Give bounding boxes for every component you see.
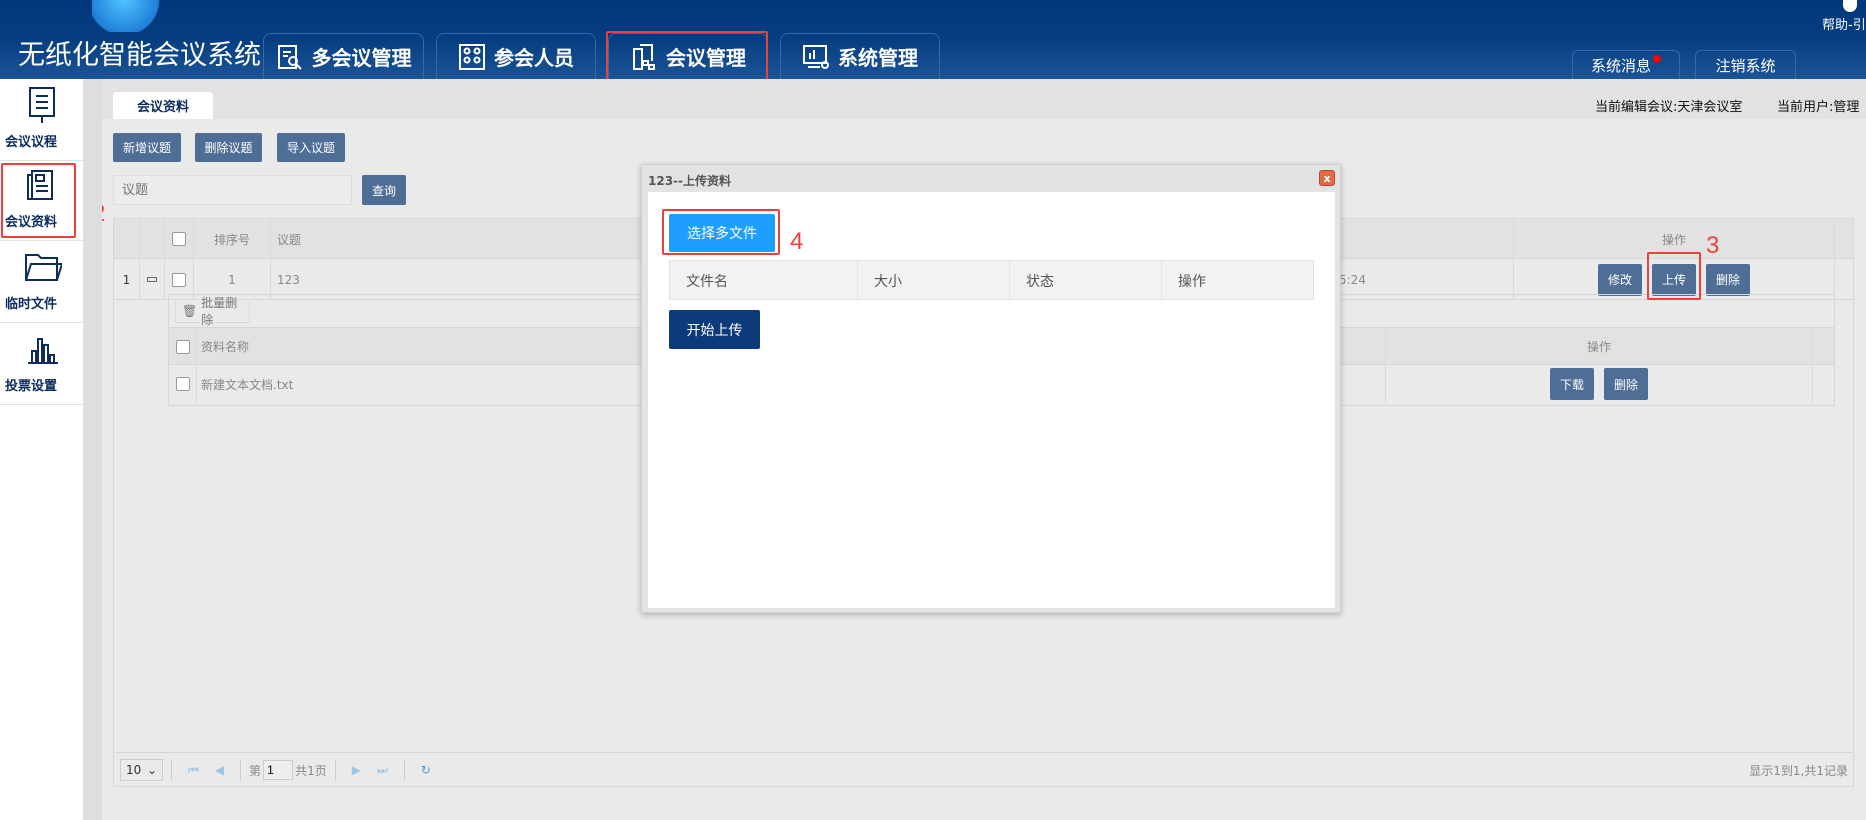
select-all-cell bbox=[165, 219, 194, 259]
refresh-icon[interactable]: ↻ bbox=[421, 763, 431, 777]
app-title: 无纸化智能会议系统 bbox=[18, 40, 261, 71]
edit-button[interactable]: 修改 bbox=[1598, 263, 1642, 296]
sidebar-item-label: 会议议程 bbox=[5, 135, 58, 150]
nav-tab-label: 多会议管理 bbox=[311, 46, 412, 70]
nav-tab-system[interactable]: 系统管理 bbox=[780, 33, 940, 79]
dialog-title: 123--上传资料 bbox=[648, 174, 732, 188]
tab-meeting-materials[interactable]: 会议资料 bbox=[113, 92, 213, 119]
divider bbox=[240, 760, 242, 780]
agenda-board-icon bbox=[28, 87, 55, 123]
sidebar-item-label: 临时文件 bbox=[5, 297, 58, 312]
current-meeting: 当前编辑会议:天津会议室 bbox=[1595, 100, 1743, 115]
divider bbox=[171, 760, 172, 780]
delete-topic-button[interactable]: 删除议题 bbox=[195, 133, 262, 162]
sidebar-item-label: 会议资料 bbox=[5, 215, 58, 230]
trash-icon: 🗑 bbox=[182, 304, 198, 318]
file-status-header: 状态 bbox=[1010, 261, 1162, 301]
current-user: 当前用户:管理 bbox=[1777, 100, 1860, 115]
material-checkbox[interactable] bbox=[175, 377, 190, 391]
help-link[interactable]: 帮助-引 bbox=[1822, 14, 1866, 33]
prev-page-icon[interactable]: ◀ bbox=[215, 763, 224, 777]
divider bbox=[334, 760, 336, 780]
page-total: 共1页 bbox=[295, 763, 327, 778]
nav-tab-label: 系统管理 bbox=[838, 46, 918, 70]
page-number-input[interactable] bbox=[263, 760, 294, 780]
nav-tab-multi-meeting[interactable]: 多会议管理 bbox=[263, 33, 424, 79]
nav-tab-attendees[interactable]: 参会人员 bbox=[436, 33, 596, 79]
file-actions-header: 操作 bbox=[1178, 274, 1206, 290]
documents-icon bbox=[26, 170, 53, 200]
annotation-number: 4 bbox=[790, 228, 804, 255]
system-messages-button[interactable]: 系统消息 bbox=[1572, 50, 1680, 79]
logout-button[interactable]: 注销系统 bbox=[1695, 50, 1796, 79]
row-index: 1 bbox=[114, 259, 140, 300]
actions-header: 操作 bbox=[1514, 219, 1835, 259]
annotation-number: 3 bbox=[1706, 232, 1720, 259]
import-topic-button[interactable]: 导入议题 bbox=[277, 133, 345, 162]
page-size-value: 10 bbox=[126, 763, 142, 777]
row-checkbox[interactable] bbox=[172, 272, 186, 287]
cloud-logo bbox=[92, 0, 172, 32]
next-page-icon[interactable]: ▶ bbox=[352, 763, 361, 777]
sidebar-item-agenda[interactable]: 会议议程 bbox=[0, 79, 83, 161]
dialog-body: 选择多文件 文件名 大小 状态 操作 开始上传 bbox=[648, 192, 1335, 608]
sort-header[interactable]: 排序号 bbox=[194, 219, 271, 259]
record-summary: 显示1到1,共1记录 bbox=[1749, 763, 1848, 778]
select-files-button[interactable]: 选择多文件 bbox=[669, 214, 775, 252]
last-page-icon[interactable]: ⏭ bbox=[377, 763, 388, 778]
search-button[interactable]: 查询 bbox=[362, 175, 406, 205]
meeting-search-icon bbox=[277, 44, 302, 70]
page-prefix: 第 bbox=[249, 763, 262, 778]
nav-tab-label: 参会人员 bbox=[494, 46, 574, 70]
sidebar-item-materials[interactable]: 会议资料 bbox=[0, 159, 83, 241]
chevron-down-icon: ⌄ bbox=[146, 763, 157, 777]
nav-tab-label: 会议管理 bbox=[666, 46, 746, 70]
upload-button[interactable]: 上传 bbox=[1652, 263, 1696, 296]
document-manage-icon bbox=[633, 43, 655, 70]
help-icon[interactable] bbox=[1843, 0, 1857, 12]
material-select-cell bbox=[169, 365, 197, 403]
file-size-header: 大小 bbox=[858, 261, 1010, 301]
sidebar-item-temp-files[interactable]: 临时文件 bbox=[0, 241, 83, 323]
select-all-checkbox[interactable] bbox=[172, 232, 186, 246]
detail-actions-header: 操作 bbox=[1386, 328, 1813, 365]
delete-material-button[interactable]: 删除 bbox=[1604, 368, 1648, 400]
sidebar: 会议议程 会议资料 临时文件 投票设置 bbox=[0, 79, 83, 820]
page-size-select[interactable]: 10 ⌄ bbox=[120, 759, 163, 781]
people-icon bbox=[459, 43, 485, 70]
rownum-header bbox=[114, 219, 140, 259]
topic-search-input[interactable] bbox=[113, 175, 352, 205]
download-button[interactable]: 下载 bbox=[1550, 368, 1594, 400]
batch-delete-button[interactable]: 🗑 批量删除 bbox=[175, 296, 250, 327]
file-table-header: 文件名 大小 状态 操作 bbox=[669, 260, 1314, 301]
delete-button[interactable]: 删除 bbox=[1706, 263, 1750, 296]
monitor-gear-icon bbox=[803, 44, 829, 69]
logout-label: 注销系统 bbox=[1715, 56, 1776, 75]
folder-icon bbox=[24, 254, 62, 281]
start-upload-button[interactable]: 开始上传 bbox=[669, 310, 760, 349]
add-topic-button[interactable]: 新增议题 bbox=[113, 133, 181, 162]
sidebar-item-voting[interactable]: 投票设置 bbox=[0, 323, 83, 405]
collapse-icon[interactable] bbox=[140, 259, 165, 300]
detail-select-all-checkbox[interactable] bbox=[175, 339, 190, 354]
upload-dialog: 123--上传资料 x 选择多文件 文件名 大小 状态 操作 开始上传 bbox=[641, 164, 1341, 613]
divider bbox=[403, 760, 405, 780]
material-actions: 下载 删除 bbox=[1386, 365, 1813, 403]
close-icon[interactable]: x bbox=[1319, 170, 1335, 186]
top-header: 无纸化智能会议系统 多会议管理 参会人员 会议管理 系统管理 系统消息 注销系统… bbox=[0, 0, 1866, 79]
system-messages-label: 系统消息 bbox=[1590, 56, 1651, 75]
sidebar-item-label: 投票设置 bbox=[5, 379, 58, 394]
pagination: 10 ⌄ ⏮ ◀ 第 共1页 ▶ ⏭ ↻ 显示1到1,共1记录 bbox=[113, 752, 1854, 787]
expander-header bbox=[140, 219, 165, 259]
batch-delete-label: 批量删除 bbox=[201, 296, 238, 327]
bar-chart-icon bbox=[27, 338, 58, 364]
unread-dot bbox=[1653, 55, 1661, 63]
detail-select-all-cell bbox=[169, 328, 197, 365]
file-name-header: 文件名 bbox=[670, 261, 858, 301]
first-page-icon[interactable]: ⏮ bbox=[188, 763, 199, 778]
sidebar-splitter[interactable] bbox=[83, 79, 102, 820]
nav-tab-meeting-manage[interactable]: 会议管理 bbox=[608, 33, 768, 79]
